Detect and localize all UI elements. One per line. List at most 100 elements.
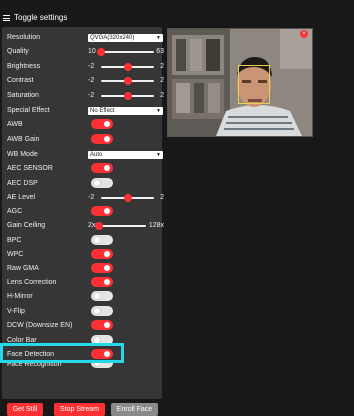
menu-icon[interactable] (3, 15, 10, 21)
chevron-down-icon: ▼ (156, 35, 161, 41)
camera-preview (167, 28, 313, 137)
dcw-toggle[interactable] (91, 320, 113, 330)
enroll-face-button[interactable]: Enroll Face (111, 403, 158, 416)
v-flip-row: V-Flip (7, 305, 158, 318)
bpc-toggle[interactable] (91, 235, 113, 245)
slider-thumb[interactable] (123, 77, 132, 85)
awb-gain-row: AWB Gain (7, 133, 158, 146)
agc-toggle[interactable] (91, 206, 113, 216)
face-detection-box (238, 65, 270, 104)
wb-mode-select[interactable]: Auto ▼ (88, 151, 163, 159)
gain-ceiling-row: Gain Ceiling 2x 128x (7, 219, 164, 232)
aec-sensor-label: AEC SENSOR (7, 165, 53, 172)
quality-max: 63 (156, 48, 164, 55)
raw-gma-label: Raw GMA (7, 265, 39, 272)
slider-thumb[interactable] (123, 92, 132, 100)
stop-stream-button[interactable]: Stop Stream (54, 403, 105, 416)
contrast-max: 2 (160, 77, 164, 84)
gain-ceiling-slider[interactable]: 2x 128x (88, 219, 164, 232)
saturation-label: Saturation (7, 92, 39, 99)
chevron-down-icon: ▼ (156, 108, 161, 114)
v-flip-toggle[interactable] (91, 306, 113, 316)
gain-ceiling-label: Gain Ceiling (7, 222, 46, 229)
lens-correction-toggle[interactable] (91, 277, 113, 287)
brightness-max: 2 (160, 63, 164, 70)
slider-thumb[interactable] (123, 194, 132, 202)
awb-gain-toggle[interactable] (91, 134, 113, 144)
resolution-value: QVGA(320x240) (90, 35, 135, 41)
contrast-min: -2 (88, 77, 95, 84)
chevron-down-icon: ▼ (156, 152, 161, 158)
settings-title: Toggle settings (14, 13, 68, 22)
slider-track (101, 77, 154, 85)
aec-dsp-label: AEC DSP (7, 180, 38, 187)
special-effect-label: Special Effect (7, 107, 50, 114)
awb-toggle[interactable] (91, 119, 113, 129)
ae-level-label: AE Level (7, 194, 36, 201)
quality-row: Quality 10 63 (7, 45, 164, 58)
raw-gma-toggle[interactable] (91, 263, 113, 273)
lens-correction-label: Lens Correction (7, 279, 57, 286)
h-mirror-label: H-Mirror (7, 293, 33, 300)
resolution-row: Resolution QVGA(320x240) ▼ (7, 31, 163, 44)
awb-label: AWB (7, 121, 23, 128)
ae-level-row: AE Level -2 2 (7, 191, 164, 204)
quality-min: 10 (88, 48, 96, 55)
dcw-label: DCW (Downsize EN) (7, 322, 73, 329)
brightness-slider[interactable]: -2 2 (88, 60, 164, 73)
slider-track (101, 63, 154, 71)
aec-sensor-toggle[interactable] (91, 163, 113, 173)
ae-level-min: -2 (88, 194, 95, 201)
ae-level-max: 2 (160, 194, 164, 201)
quality-label: Quality (7, 48, 29, 55)
wb-mode-value: Auto (90, 152, 103, 158)
awb-gain-label: AWB Gain (7, 136, 40, 143)
quality-slider[interactable]: 10 63 (88, 45, 164, 58)
slider-track (97, 48, 154, 56)
aec-sensor-row: AEC SENSOR (7, 162, 158, 175)
resolution-label: Resolution (7, 34, 41, 41)
get-still-button[interactable]: Get Still (7, 403, 43, 416)
agc-label: AGC (7, 208, 23, 215)
slider-track (101, 92, 154, 100)
saturation-max: 2 (160, 92, 164, 99)
lens-correction-row: Lens Correction (7, 276, 158, 289)
slider-thumb[interactable] (97, 48, 105, 56)
close-icon[interactable]: × (300, 30, 308, 38)
h-mirror-row: H-Mirror (7, 290, 158, 303)
h-mirror-toggle[interactable] (91, 291, 113, 301)
aec-dsp-row: AEC DSP (7, 177, 158, 190)
special-effect-row: Special Effect No Effect ▼ (7, 104, 163, 117)
resolution-select[interactable]: QVGA(320x240) ▼ (88, 34, 163, 42)
wpc-toggle[interactable] (91, 249, 113, 259)
saturation-slider[interactable]: -2 2 (88, 89, 164, 102)
brightness-label: Brightness (7, 63, 41, 70)
wb-mode-label: WB Mode (7, 151, 38, 158)
bpc-label: BPC (7, 237, 22, 244)
brightness-row: Brightness -2 2 (7, 60, 164, 73)
contrast-slider[interactable]: -2 2 (88, 74, 164, 87)
aec-dsp-toggle[interactable] (91, 178, 113, 188)
wb-mode-row: WB Mode Auto ▼ (7, 148, 163, 161)
wpc-label: WPC (7, 251, 24, 258)
special-effect-select[interactable]: No Effect ▼ (88, 107, 163, 115)
awb-row: AWB (7, 118, 158, 131)
special-effect-value: No Effect (90, 108, 115, 114)
agc-row: AGC (7, 205, 158, 218)
gain-ceiling-max: 128x (148, 222, 164, 229)
raw-gma-row: Raw GMA (7, 262, 158, 275)
bpc-row: BPC (7, 234, 158, 247)
saturation-min: -2 (88, 92, 95, 99)
contrast-label: Contrast (7, 77, 34, 84)
face-detection-highlight (0, 343, 124, 363)
slider-track (95, 222, 146, 230)
slider-thumb[interactable] (95, 222, 103, 230)
slider-thumb[interactable] (123, 63, 132, 71)
saturation-row: Saturation -2 2 (7, 89, 164, 102)
brightness-min: -2 (88, 63, 95, 70)
slider-track (101, 194, 154, 202)
settings-header[interactable]: Toggle settings (0, 11, 67, 25)
dcw-row: DCW (Downsize EN) (7, 319, 158, 332)
v-flip-label: V-Flip (7, 308, 25, 315)
ae-level-slider[interactable]: -2 2 (88, 191, 164, 204)
